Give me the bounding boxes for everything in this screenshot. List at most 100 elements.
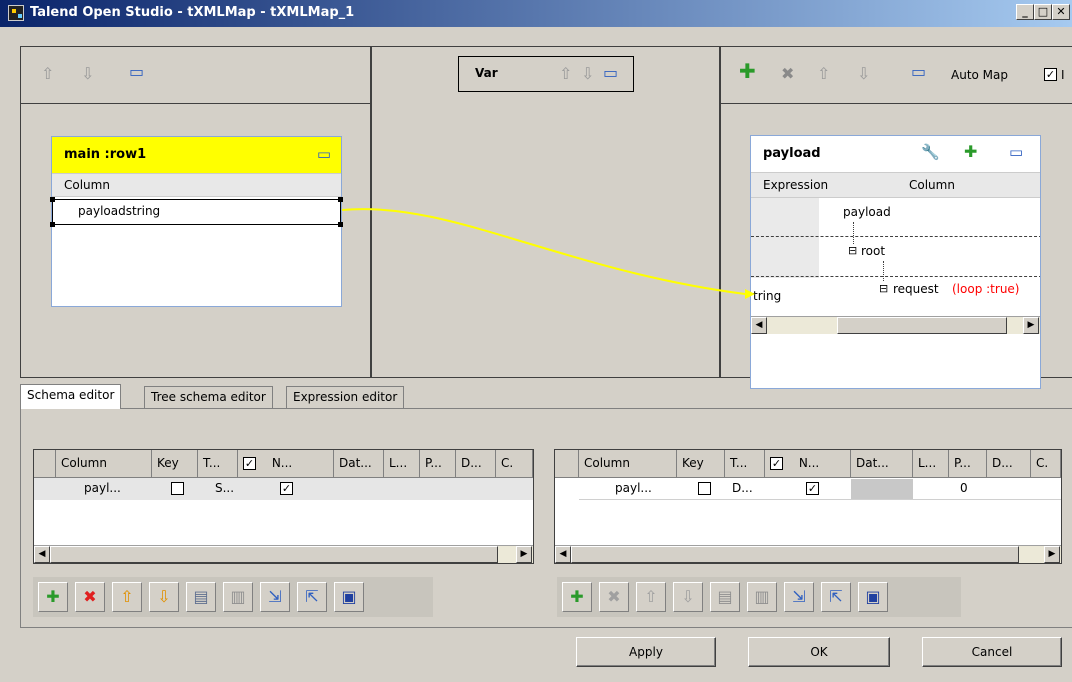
output-move-up-icon[interactable]: ⇧ bbox=[817, 66, 830, 82]
right-scroll-left-icon[interactable]: ◀ bbox=[555, 546, 571, 563]
left-header-length[interactable]: L... bbox=[384, 450, 420, 478]
left-header-nullable-checkbox[interactable]: ✓ bbox=[243, 457, 256, 470]
right-scroll-thumb[interactable] bbox=[571, 546, 1019, 563]
output-toggle-checkbox[interactable]: ✓ bbox=[1044, 68, 1057, 81]
left-header-default[interactable]: D... bbox=[456, 450, 496, 478]
right-header-nullable-checkbox[interactable]: ✓ bbox=[770, 457, 783, 470]
var-move-down-icon[interactable]: ⇩ bbox=[581, 66, 594, 82]
output-table-hscroll[interactable]: ◀ ▶ bbox=[751, 316, 1040, 334]
scroll-left-icon[interactable]: ◀ bbox=[751, 317, 767, 334]
tab-tree-schema-editor[interactable]: Tree schema editor bbox=[144, 386, 273, 408]
minimize-table-icon[interactable]: ▭ bbox=[317, 145, 331, 163]
left-header-comment[interactable]: C. bbox=[496, 450, 533, 478]
left-move-up-button[interactable]: ⇧ bbox=[112, 582, 142, 612]
tab-expression-editor[interactable]: Expression editor bbox=[286, 386, 405, 408]
right-move-up-button[interactable]: ⇧ bbox=[636, 582, 666, 612]
title-bar: Talend Open Studio - tXMLMap - tXMLMap_1… bbox=[0, 0, 1072, 27]
right-scroll-right-icon[interactable]: ▶ bbox=[1044, 546, 1060, 563]
right-move-down-button[interactable]: ⇩ bbox=[673, 582, 703, 612]
left-scroll-left-icon[interactable]: ◀ bbox=[34, 546, 50, 563]
move-down-icon[interactable]: ⇩ bbox=[81, 66, 94, 82]
left-header-nullable[interactable]: ✓ N... bbox=[238, 450, 334, 478]
right-header-type[interactable]: T... bbox=[725, 450, 765, 478]
left-schema-grid: Column Key T... ✓ N... Dat... L... P... … bbox=[33, 449, 534, 564]
left-paste-button[interactable]: ▥ bbox=[223, 582, 253, 612]
output-table-title: payload bbox=[763, 146, 821, 161]
right-row-precision[interactable]: 0 bbox=[955, 478, 973, 500]
left-header-precision[interactable]: P... bbox=[420, 450, 456, 478]
left-row-nullable-checkbox[interactable]: ✓ bbox=[280, 482, 293, 495]
cancel-button[interactable]: Cancel bbox=[922, 637, 1062, 667]
left-save-button[interactable]: ▣ bbox=[334, 582, 364, 612]
add-output-icon[interactable]: ✚ bbox=[739, 61, 756, 81]
auto-map-button[interactable]: Auto Map bbox=[951, 68, 1008, 82]
right-row-key-checkbox[interactable] bbox=[698, 482, 711, 495]
var-minimize-icon[interactable]: ▭ bbox=[603, 65, 618, 81]
minimize-tables-icon[interactable]: ▭ bbox=[129, 64, 144, 80]
minimize-button[interactable]: _ bbox=[1016, 4, 1034, 20]
right-save-button[interactable]: ▣ bbox=[858, 582, 888, 612]
output-move-down-icon[interactable]: ⇩ bbox=[857, 66, 870, 82]
left-row-column[interactable]: payl... bbox=[79, 478, 126, 500]
add-tree-node-icon[interactable]: ✚ bbox=[964, 142, 977, 161]
input-row-payloadstring[interactable]: payloadstring bbox=[50, 197, 343, 227]
right-row-nullable-checkbox[interactable]: ✓ bbox=[806, 482, 819, 495]
tree-node-request[interactable]: request bbox=[893, 282, 939, 296]
right-header-default[interactable]: D... bbox=[987, 450, 1031, 478]
left-scroll-right-icon[interactable]: ▶ bbox=[516, 546, 532, 563]
left-header-column[interactable]: Column bbox=[56, 450, 152, 478]
right-export-button[interactable]: ⇱ bbox=[821, 582, 851, 612]
right-row-type[interactable]: D... bbox=[727, 478, 758, 500]
right-import-button[interactable]: ⇲ bbox=[784, 582, 814, 612]
right-row-column[interactable]: payl... bbox=[610, 478, 657, 500]
left-add-button[interactable]: ✚ bbox=[38, 582, 68, 612]
output-table-minimize-icon[interactable]: ▭ bbox=[1009, 143, 1023, 161]
expression-header: Expression bbox=[763, 178, 829, 192]
left-scroll-thumb[interactable] bbox=[50, 546, 498, 563]
scroll-right-icon[interactable]: ▶ bbox=[1023, 317, 1039, 334]
right-header-date[interactable]: Dat... bbox=[851, 450, 913, 478]
window-title: Talend Open Studio - tXMLMap - tXMLMap_1 bbox=[30, 5, 355, 20]
left-row-key-checkbox[interactable] bbox=[171, 482, 184, 495]
right-copy-button[interactable]: ▤ bbox=[710, 582, 740, 612]
remove-output-icon[interactable]: ✖ bbox=[781, 66, 794, 82]
left-header-date[interactable]: Dat... bbox=[334, 450, 384, 478]
output-table-card: payload 🔧 ✚ ▭ Expression Column payload … bbox=[750, 135, 1041, 389]
right-remove-button[interactable]: ✖ bbox=[599, 582, 629, 612]
maximize-button[interactable]: □ bbox=[1034, 4, 1052, 20]
left-import-button[interactable]: ⇲ bbox=[260, 582, 290, 612]
left-copy-button[interactable]: ▤ bbox=[186, 582, 216, 612]
request-expression[interactable]: tring bbox=[753, 289, 781, 303]
left-row-type[interactable]: S... bbox=[210, 478, 239, 500]
output-minimize-icon[interactable]: ▭ bbox=[911, 64, 926, 80]
right-header-column[interactable]: Column bbox=[579, 450, 677, 478]
tree-node-payload[interactable]: payload bbox=[843, 205, 891, 219]
scroll-thumb[interactable] bbox=[837, 317, 1007, 334]
left-export-button[interactable]: ⇱ bbox=[297, 582, 327, 612]
right-header-comment[interactable]: C. bbox=[1031, 450, 1061, 478]
right-header-key[interactable]: Key bbox=[677, 450, 725, 478]
var-move-up-icon[interactable]: ⇧ bbox=[559, 66, 572, 82]
left-grid-toolbar: ✚ ✖ ⇧ ⇩ ▤ ▥ ⇲ ⇱ ▣ bbox=[33, 577, 433, 617]
ok-button[interactable]: OK bbox=[748, 637, 890, 667]
right-add-button[interactable]: ✚ bbox=[562, 582, 592, 612]
move-up-icon[interactable]: ⇧ bbox=[41, 66, 54, 82]
left-move-down-button[interactable]: ⇩ bbox=[149, 582, 179, 612]
tree-collapse-root-icon[interactable]: ⊟ bbox=[848, 244, 857, 257]
tab-schema-editor[interactable]: Schema editor bbox=[20, 384, 122, 409]
left-header-key[interactable]: Key bbox=[152, 450, 198, 478]
right-grid-hscroll[interactable]: ◀ ▶ bbox=[555, 545, 1061, 563]
right-header-precision[interactable]: P... bbox=[949, 450, 987, 478]
wrench-icon[interactable]: 🔧 bbox=[921, 143, 940, 161]
left-header-type[interactable]: T... bbox=[198, 450, 238, 478]
tree-collapse-request-icon[interactable]: ⊟ bbox=[879, 282, 888, 295]
right-header-length[interactable]: L... bbox=[913, 450, 949, 478]
close-button[interactable]: ✕ bbox=[1052, 4, 1070, 20]
right-paste-button[interactable]: ▥ bbox=[747, 582, 777, 612]
apply-button[interactable]: Apply bbox=[576, 637, 716, 667]
tree-node-root[interactable]: root bbox=[861, 244, 885, 258]
left-remove-button[interactable]: ✖ bbox=[75, 582, 105, 612]
right-header-nullable[interactable]: ✓ N... bbox=[765, 450, 851, 478]
right-schema-grid: Column Key T... ✓ N... Dat... L... P... … bbox=[554, 449, 1062, 564]
left-grid-hscroll[interactable]: ◀ ▶ bbox=[34, 545, 533, 563]
